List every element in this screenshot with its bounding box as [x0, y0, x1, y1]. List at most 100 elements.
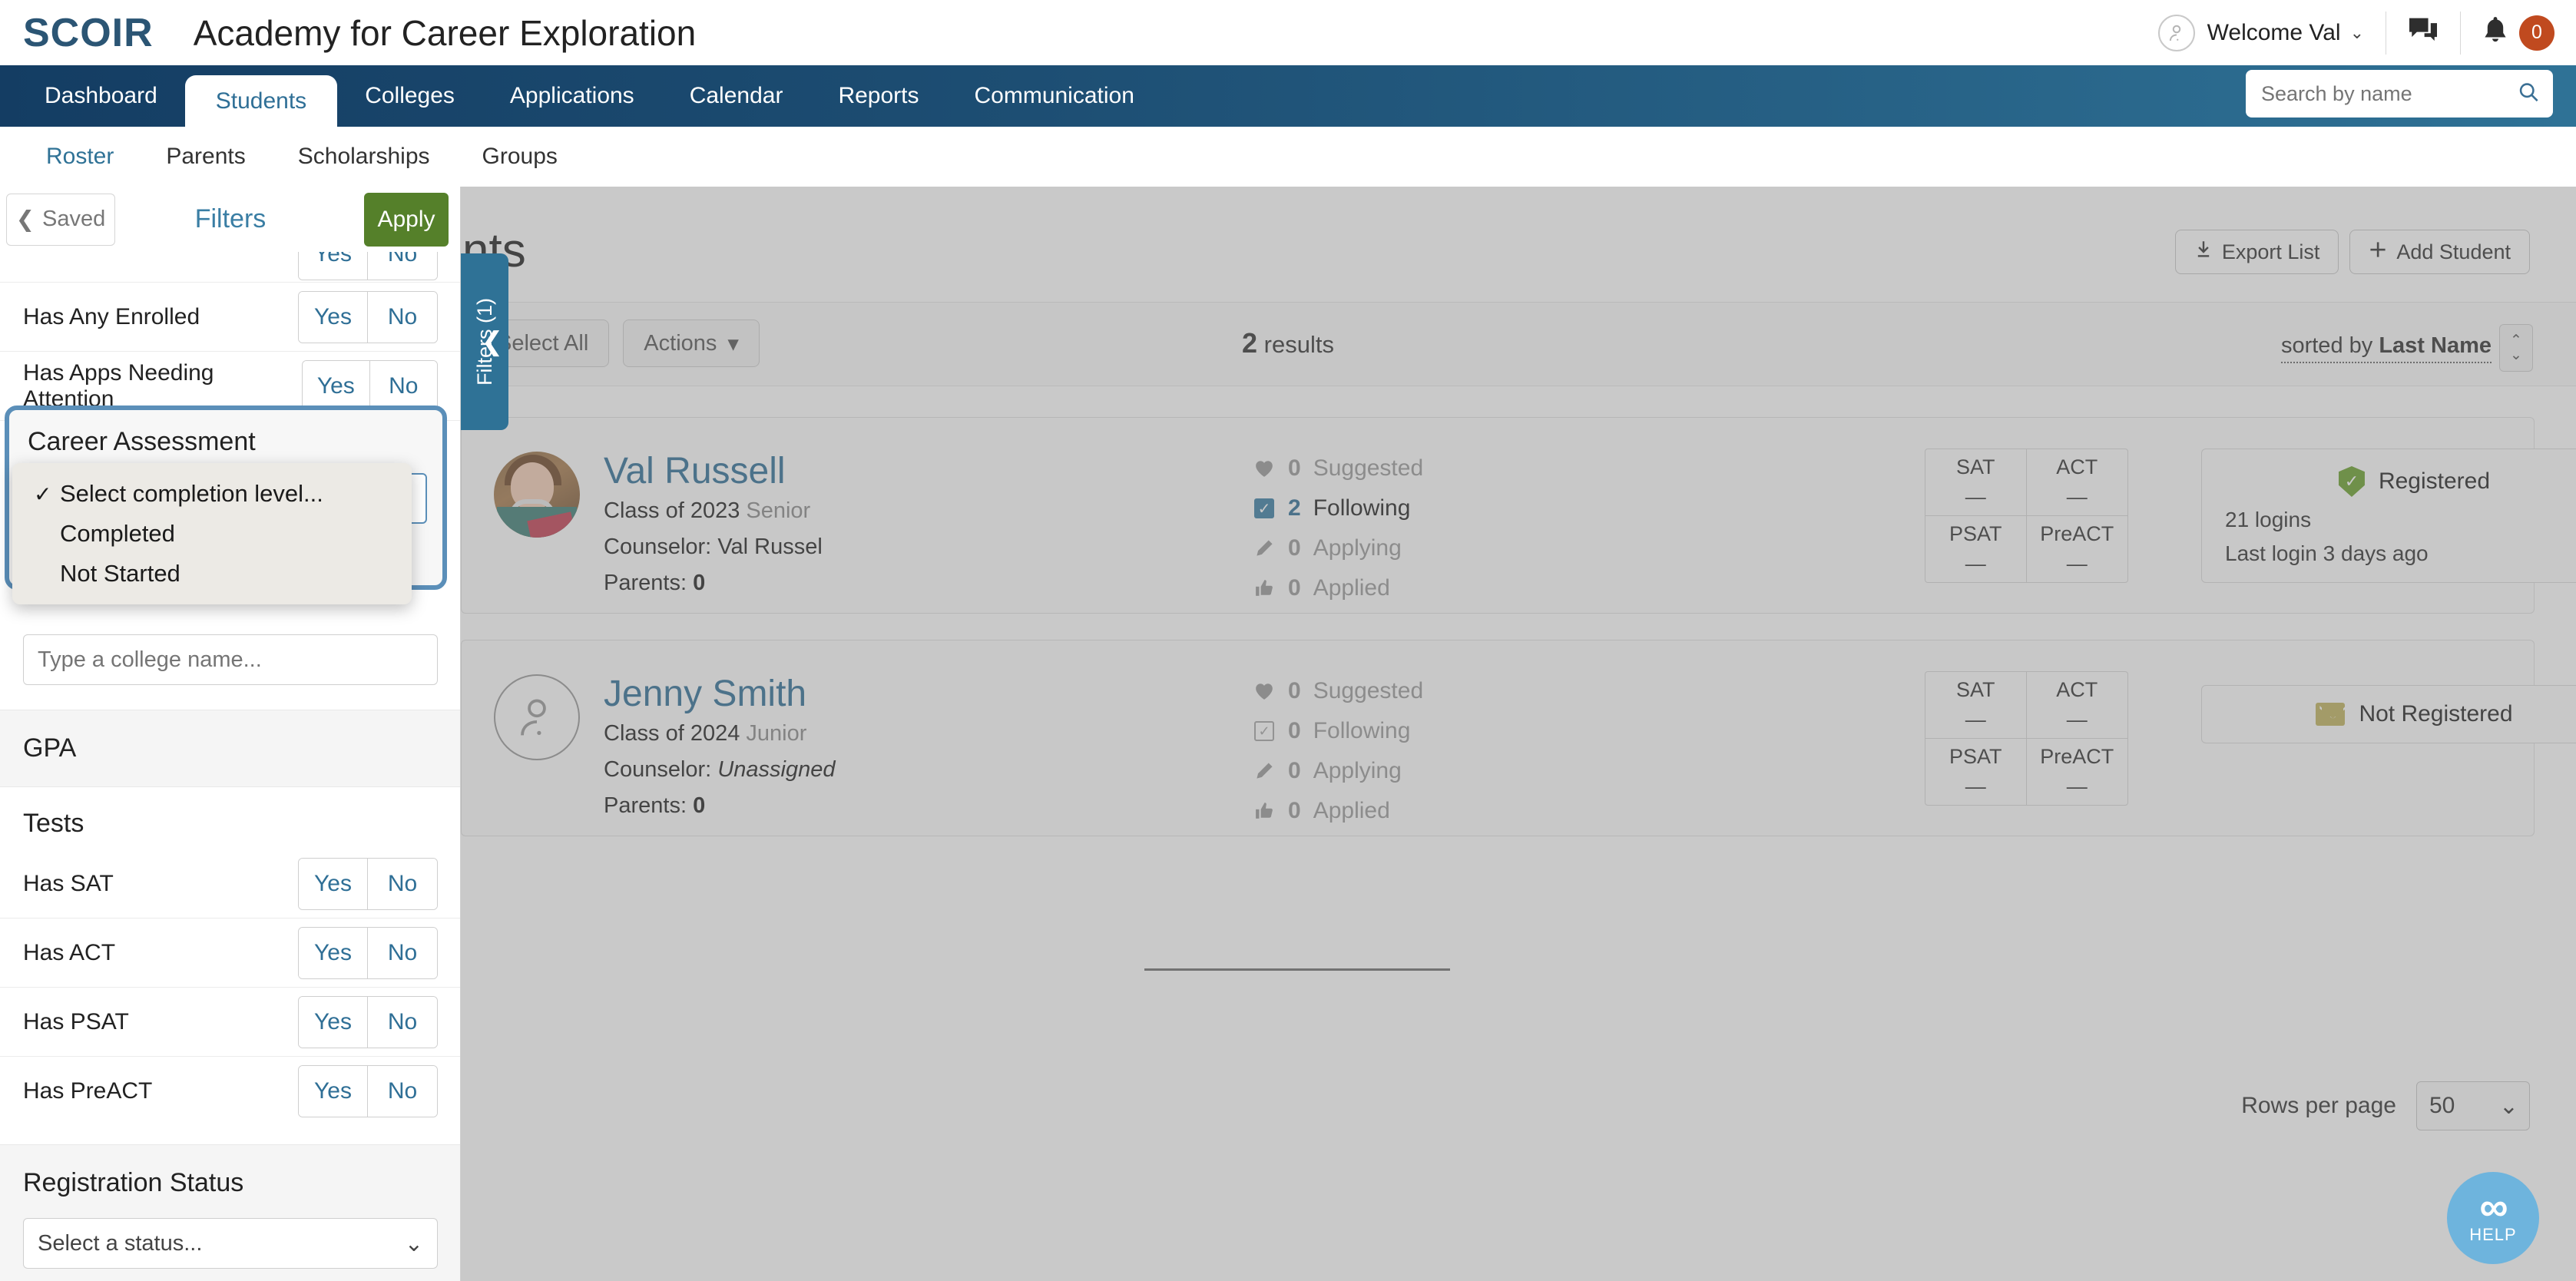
sort-control: sorted by Last Name ⌃ ⌄	[2280, 324, 2533, 372]
career-assessment-dropdown-menu[interactable]: ✓ Select completion level... Completed N…	[12, 463, 412, 604]
stat-suggested[interactable]: 0 Suggested	[1253, 671, 1423, 711]
yes-option[interactable]: Yes	[299, 252, 368, 280]
nav-tab-reports[interactable]: Reports	[810, 65, 946, 127]
stat-suggested[interactable]: 0 Suggested	[1253, 449, 1423, 488]
chevron-down-icon[interactable]: ⌄	[2350, 23, 2364, 43]
yes-option[interactable]: Yes	[299, 927, 368, 978]
yes-no-toggle[interactable]: Yes No	[298, 857, 438, 910]
nav-tab-applications[interactable]: Applications	[482, 65, 662, 127]
yes-option[interactable]: Yes	[299, 291, 368, 343]
yes-no-toggle[interactable]: Yes No	[298, 290, 438, 343]
filters-toggle-tab[interactable]: Filters (1) ❮	[461, 253, 508, 430]
bell-icon[interactable]	[2482, 16, 2508, 49]
filter-row-has-psat[interactable]: Has PSAT Yes No	[0, 988, 460, 1057]
no-option[interactable]: No	[368, 252, 437, 280]
filter-row-has-sat[interactable]: Has SAT Yes No	[0, 849, 460, 919]
score-value: —	[1965, 485, 1986, 508]
sort-direction-button[interactable]: ⌃ ⌄	[2499, 324, 2533, 372]
stat-applied[interactable]: 0 Applied	[1253, 568, 1423, 608]
filter-row-has-preact[interactable]: Has PreACT Yes No	[0, 1057, 460, 1126]
college-name-input[interactable]	[23, 634, 438, 685]
subnav-item-roster[interactable]: Roster	[20, 127, 140, 187]
apply-filters-button[interactable]: Apply	[364, 192, 449, 247]
notification-count-badge[interactable]: 0	[2519, 15, 2554, 51]
chat-icon[interactable]	[2408, 17, 2439, 48]
yes-no-toggle[interactable]: Yes No	[298, 1065, 438, 1117]
stat-following[interactable]: ✓ 0 Following	[1253, 711, 1423, 751]
stat-applied-count: 0	[1288, 798, 1301, 823]
stat-following[interactable]: ✓ 2 Following	[1253, 488, 1423, 528]
yes-option[interactable]: Yes	[299, 858, 368, 909]
add-student-button[interactable]: Add Student	[2349, 230, 2530, 274]
yes-no-toggle[interactable]: Yes No	[298, 926, 438, 979]
score-cell-psat: PSAT —	[1925, 738, 2027, 805]
score-value: —	[2066, 774, 2088, 798]
student-class-of: Class of 2024	[604, 721, 740, 746]
stat-applied[interactable]: 0 Applied	[1253, 791, 1423, 831]
no-option[interactable]: No	[368, 858, 437, 909]
student-grade: Senior	[746, 498, 811, 523]
stat-applying[interactable]: 0 Applying	[1253, 751, 1423, 791]
subnav-item-scholarships[interactable]: Scholarships	[272, 127, 456, 187]
stat-applying[interactable]: 0 Applying	[1253, 528, 1423, 568]
login-count: 21 logins	[2225, 508, 2312, 531]
dropdown-option-select-completion-level[interactable]: ✓ Select completion level...	[12, 474, 412, 514]
sorted-by-prefix: sorted by	[2280, 333, 2373, 358]
actions-dropdown-button[interactable]: Actions ▾	[623, 319, 760, 367]
scoir-logo[interactable]: SCOIR	[23, 10, 154, 56]
yes-no-toggle[interactable]: Yes No	[298, 252, 438, 280]
search-input[interactable]	[2246, 70, 2553, 118]
app-root: SCOIR Academy for Career Exploration Wel…	[0, 0, 2576, 1281]
status-badge: ✓ Registered	[2225, 466, 2576, 497]
nav-tab-students[interactable]: Students	[184, 75, 338, 127]
welcome-label[interactable]: Welcome Val	[2207, 20, 2341, 46]
results-count-number: 2	[1242, 327, 1258, 359]
rows-per-page-select[interactable]: 50 ⌄	[2416, 1081, 2530, 1130]
yes-no-toggle[interactable]: Yes No	[298, 995, 438, 1048]
help-button[interactable]: ∞ HELP	[2447, 1172, 2539, 1264]
registration-status-select[interactable]: Select a status... ⌄	[23, 1218, 438, 1269]
student-name-link[interactable]: Val Russell	[604, 450, 786, 492]
no-option[interactable]: No	[368, 996, 437, 1048]
user-avatar-icon[interactable]	[2157, 14, 2195, 51]
yes-no-toggle[interactable]: Yes No	[302, 359, 438, 412]
results-count-text: 2 results	[1242, 327, 1334, 359]
no-option[interactable]: No	[369, 360, 437, 412]
heart-icon	[1253, 682, 1276, 700]
chevron-down-icon: ⌄	[2498, 1093, 2518, 1119]
nav-tab-colleges[interactable]: Colleges	[337, 65, 482, 127]
nav-tab-calendar[interactable]: Calendar	[662, 65, 811, 127]
student-card[interactable]: Val Russell Class of 2023 Senior Counsel…	[461, 417, 2576, 614]
college-filter-section	[0, 613, 460, 693]
search-icon[interactable]	[2518, 81, 2539, 107]
subnav-item-groups[interactable]: Groups	[456, 127, 584, 187]
filter-row-label: Has SAT	[23, 870, 114, 896]
dropdown-option-not-started[interactable]: Not Started	[12, 554, 412, 594]
score-cell-act: ACT —	[2026, 449, 2127, 516]
yes-option[interactable]: Yes	[299, 996, 368, 1048]
export-list-button[interactable]: Export List	[2174, 230, 2339, 274]
score-cell-sat: SAT —	[1925, 449, 2027, 516]
score-label: ACT	[2056, 455, 2098, 478]
rows-per-page-label: Rows per page	[2241, 1093, 2396, 1118]
dropdown-option-completed[interactable]: Completed	[12, 514, 412, 554]
filter-row-has-act[interactable]: Has ACT Yes No	[0, 919, 460, 988]
registration-status-placeholder: Select a status...	[38, 1230, 203, 1256]
no-option[interactable]: No	[368, 1066, 437, 1117]
no-option[interactable]: No	[368, 291, 437, 343]
nav-tab-communication[interactable]: Communication	[946, 65, 1161, 127]
student-name-link[interactable]: Jenny Smith	[604, 673, 806, 715]
yes-option[interactable]: Yes	[299, 1066, 368, 1117]
filter-row-has-any-enrolled[interactable]: Has Any Enrolled Yes No	[0, 283, 460, 352]
saved-filters-button[interactable]: ❮ Saved	[6, 193, 115, 246]
no-option[interactable]: No	[368, 927, 437, 978]
yes-option[interactable]: Yes	[303, 360, 370, 412]
subnav-item-parents[interactable]: Parents	[140, 127, 271, 187]
student-card[interactable]: Jenny Smith Class of 2024 Junior Counsel…	[461, 640, 2576, 836]
filter-row-clipped[interactable]: Yes No	[0, 252, 460, 283]
filter-panel: ❮ Saved Filters Apply Yes No Has Any Enr…	[0, 187, 461, 1281]
student-class-of: Class of 2023	[604, 498, 740, 523]
chevron-left-icon: ❮	[481, 327, 504, 356]
sorted-by-text[interactable]: sorted by Last Name	[2280, 333, 2492, 363]
nav-tab-dashboard[interactable]: Dashboard	[17, 65, 185, 127]
